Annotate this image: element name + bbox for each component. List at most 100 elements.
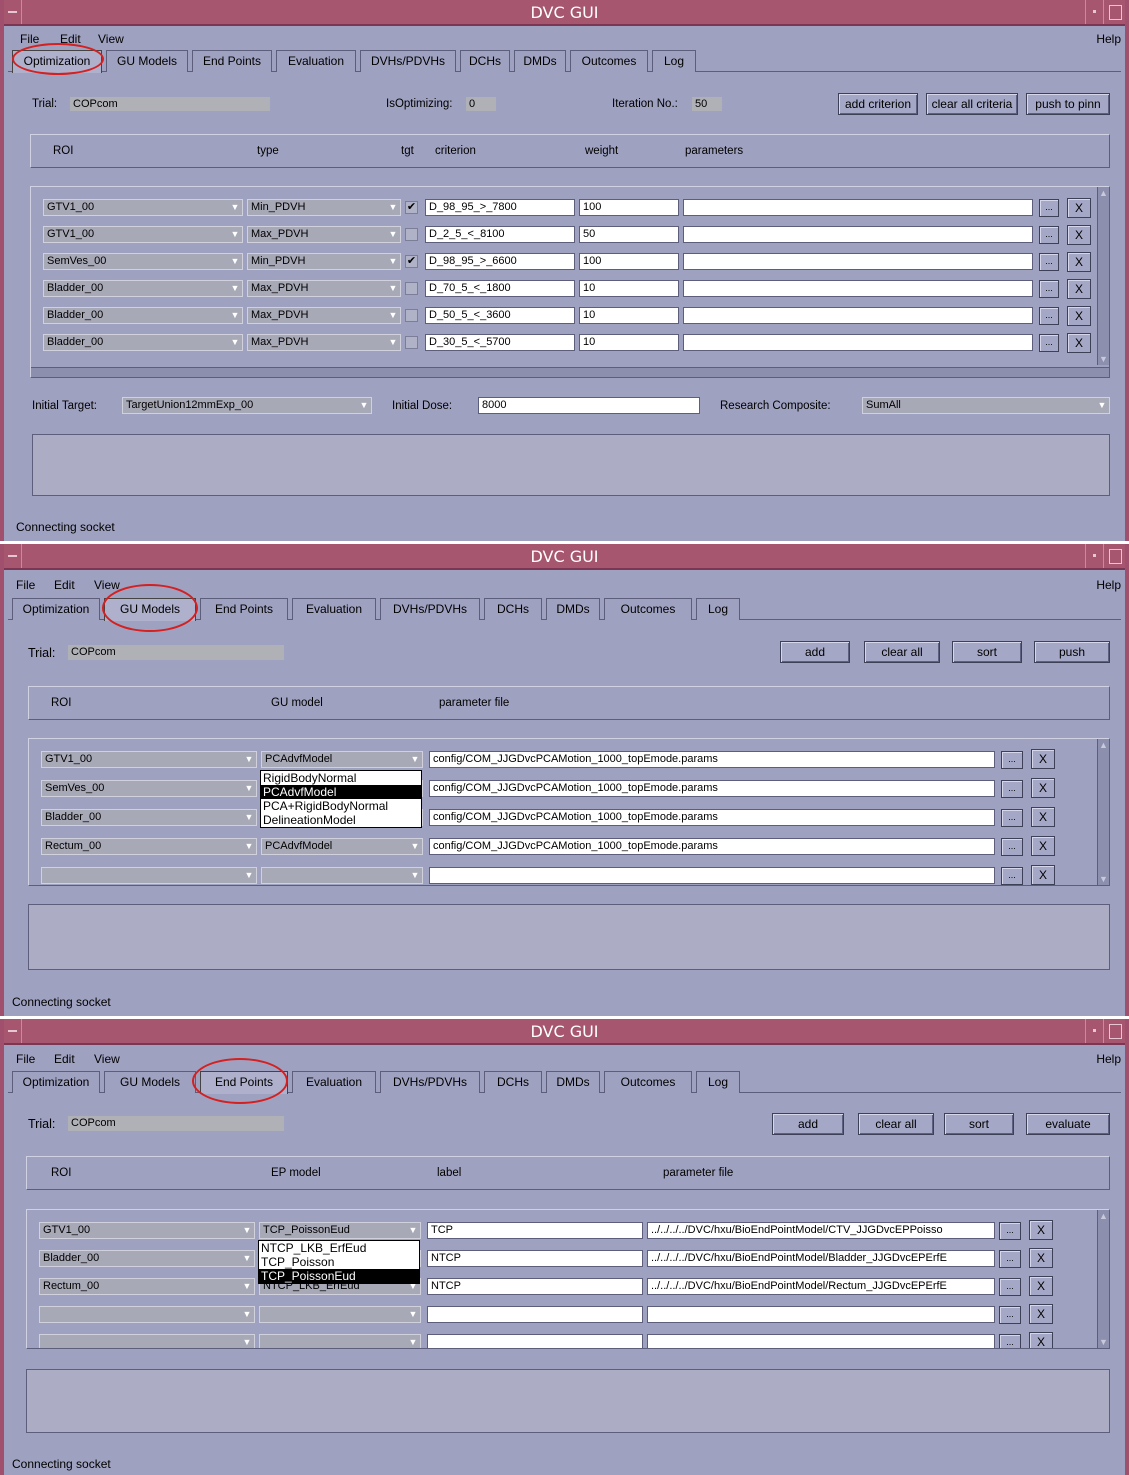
roi-dropdown[interactable]: ▼ [41, 867, 257, 884]
roi-dropdown[interactable]: Rectum_00 ▼ [41, 838, 257, 855]
maximize-icon[interactable] [1103, 1019, 1125, 1043]
tgt-checkbox[interactable]: ✔ [405, 201, 418, 214]
browse-button[interactable]: ... [999, 1222, 1021, 1240]
minimize-icon[interactable] [1085, 1019, 1103, 1043]
vertical-scrollbar[interactable]: ▲ ▼ [1097, 187, 1109, 365]
type-dropdown[interactable]: Max_PDVH ▼ [247, 226, 401, 243]
scroll-down-icon[interactable]: ▼ [1098, 353, 1109, 365]
sort-button[interactable]: sort [952, 641, 1022, 663]
add-criterion-button[interactable]: add criterion [838, 93, 918, 115]
clear-all-button[interactable]: clear all [858, 1113, 934, 1135]
criterion-input[interactable]: D_50_5_<_3600 [425, 307, 575, 324]
parameters-input[interactable] [683, 307, 1033, 324]
gu-model-dropdown-list[interactable]: RigidBodyNormal PCAdvfModel PCA+RigidBodyN… [260, 770, 422, 828]
tab-optimization[interactable]: Optimization [12, 1071, 100, 1093]
research-composite-dropdown[interactable]: SumAll ▼ [862, 397, 1110, 414]
delete-row-button[interactable]: X [1031, 807, 1055, 827]
tab-end-points[interactable]: End Points [200, 598, 288, 620]
tab-dchs[interactable]: DCHs [484, 598, 542, 620]
title-bar[interactable]: DVC GUI [4, 1019, 1125, 1045]
parameters-input[interactable] [683, 280, 1033, 297]
tab-optimization[interactable]: Optimization [12, 598, 100, 620]
tab-log[interactable]: Log [652, 50, 696, 72]
sort-button[interactable]: sort [944, 1113, 1014, 1135]
label-input[interactable]: TCP [427, 1222, 643, 1239]
delete-row-button[interactable]: X [1031, 749, 1055, 769]
initial-dose-input[interactable]: 8000 [478, 397, 700, 414]
ep-model-dropdown-list[interactable]: NTCP_LKB_ErfEud TCP_Poisson TCP_PoissonEud [258, 1240, 420, 1284]
menu-view[interactable]: View [94, 1052, 120, 1066]
maximize-icon[interactable] [1103, 0, 1125, 24]
gu-model-dropdown[interactable]: PCAdvfModel ▼ [261, 751, 423, 768]
label-input[interactable]: NTCP [427, 1250, 643, 1267]
type-dropdown[interactable]: Max_PDVH ▼ [247, 307, 401, 324]
clear-all-criteria-button[interactable]: clear all criteria [926, 93, 1018, 115]
parameter-file-input[interactable]: ../../../../DVC/hxu/BioEndPointModel/CTV… [647, 1222, 995, 1239]
horizontal-scrollbar[interactable] [31, 367, 1109, 377]
delete-row-button[interactable]: X [1029, 1248, 1053, 1268]
tab-end-points[interactable]: End Points [192, 50, 272, 72]
delete-row-button[interactable]: X [1067, 279, 1091, 299]
parameters-input[interactable] [683, 334, 1033, 351]
roi-dropdown[interactable]: Bladder_00 ▼ [39, 1250, 255, 1267]
menu-edit[interactable]: Edit [54, 1052, 75, 1066]
parameter-file-input[interactable]: config/COM_JJGDvcPCAMotion_1000_topEmode… [429, 780, 995, 797]
delete-row-button[interactable]: X [1031, 836, 1055, 856]
initial-target-dropdown[interactable]: TargetUnion12mmExp_00 ▼ [122, 397, 372, 414]
browse-button[interactable]: ... [1039, 307, 1059, 325]
clear-all-button[interactable]: clear all [864, 641, 940, 663]
maximize-icon[interactable] [1103, 544, 1125, 568]
parameter-file-input[interactable] [429, 867, 995, 884]
parameter-file-input[interactable]: config/COM_JJGDvcPCAMotion_1000_topEmode… [429, 809, 995, 826]
browse-button[interactable]: ... [1001, 780, 1023, 798]
menu-help[interactable]: Help [1096, 578, 1121, 592]
tab-outcomes[interactable]: Outcomes [604, 1071, 692, 1093]
tab-gu-models[interactable]: GU Models [104, 1071, 196, 1093]
dropdown-option[interactable]: RigidBodyNormal [261, 771, 421, 785]
parameter-file-input[interactable]: config/COM_JJGDvcPCAMotion_1000_topEmode… [429, 838, 995, 855]
menu-help[interactable]: Help [1096, 1052, 1121, 1066]
scroll-up-icon[interactable]: ▲ [1098, 739, 1109, 751]
weight-input[interactable]: 100 [579, 199, 679, 216]
criterion-input[interactable]: D_2_5_<_8100 [425, 226, 575, 243]
tab-log[interactable]: Log [696, 598, 740, 620]
parameter-file-input[interactable]: config/COM_JJGDvcPCAMotion_1000_topEmode… [429, 751, 995, 768]
tab-dvhs[interactable]: DVHs/PDVHs [380, 598, 480, 620]
vertical-scrollbar[interactable]: ▲ ▼ [1097, 739, 1109, 885]
roi-dropdown[interactable]: Bladder_00 ▼ [43, 334, 243, 351]
menu-file[interactable]: File [16, 1052, 35, 1066]
tgt-checkbox[interactable] [405, 336, 418, 349]
scroll-up-icon[interactable]: ▲ [1098, 187, 1109, 199]
parameter-file-input[interactable]: ../../../../DVC/hxu/BioEndPointModel/Bla… [647, 1250, 995, 1267]
browse-button[interactable]: ... [1001, 809, 1023, 827]
tab-gu-models[interactable]: GU Models [106, 50, 188, 72]
scroll-down-icon[interactable]: ▼ [1098, 1336, 1109, 1348]
scroll-up-icon[interactable]: ▲ [1098, 1210, 1109, 1222]
tab-dmds[interactable]: DMDs [546, 1071, 600, 1093]
tgt-checkbox[interactable] [405, 282, 418, 295]
tab-dchs[interactable]: DCHs [460, 50, 510, 72]
browse-button[interactable]: ... [1039, 334, 1059, 352]
delete-row-button[interactable]: X [1067, 333, 1091, 353]
delete-row-button[interactable]: X [1029, 1276, 1053, 1296]
delete-row-button[interactable]: X [1067, 252, 1091, 272]
dropdown-option[interactable]: PCA+RigidBodyNormal [261, 799, 421, 813]
type-dropdown[interactable]: Min_PDVH ▼ [247, 253, 401, 270]
weight-input[interactable]: 100 [579, 253, 679, 270]
parameter-file-input[interactable] [647, 1334, 995, 1348]
browse-button[interactable]: ... [1001, 751, 1023, 769]
browse-button[interactable]: ... [999, 1278, 1021, 1296]
delete-row-button[interactable]: X [1067, 306, 1091, 326]
roi-dropdown[interactable]: SemVes_00 ▼ [43, 253, 243, 270]
delete-row-button[interactable]: X [1067, 225, 1091, 245]
roi-dropdown[interactable]: GTV1_00 ▼ [39, 1222, 255, 1239]
menu-help[interactable]: Help [1096, 32, 1121, 46]
title-bar[interactable]: DVC GUI [4, 0, 1125, 26]
browse-button[interactable]: ... [1039, 199, 1059, 217]
weight-input[interactable]: 10 [579, 280, 679, 297]
add-button[interactable]: add [772, 1113, 844, 1135]
tgt-checkbox[interactable] [405, 228, 418, 241]
browse-button[interactable]: ... [999, 1306, 1021, 1324]
ep-model-dropdown[interactable]: ▼ [259, 1334, 421, 1348]
parameters-input[interactable] [683, 253, 1033, 270]
